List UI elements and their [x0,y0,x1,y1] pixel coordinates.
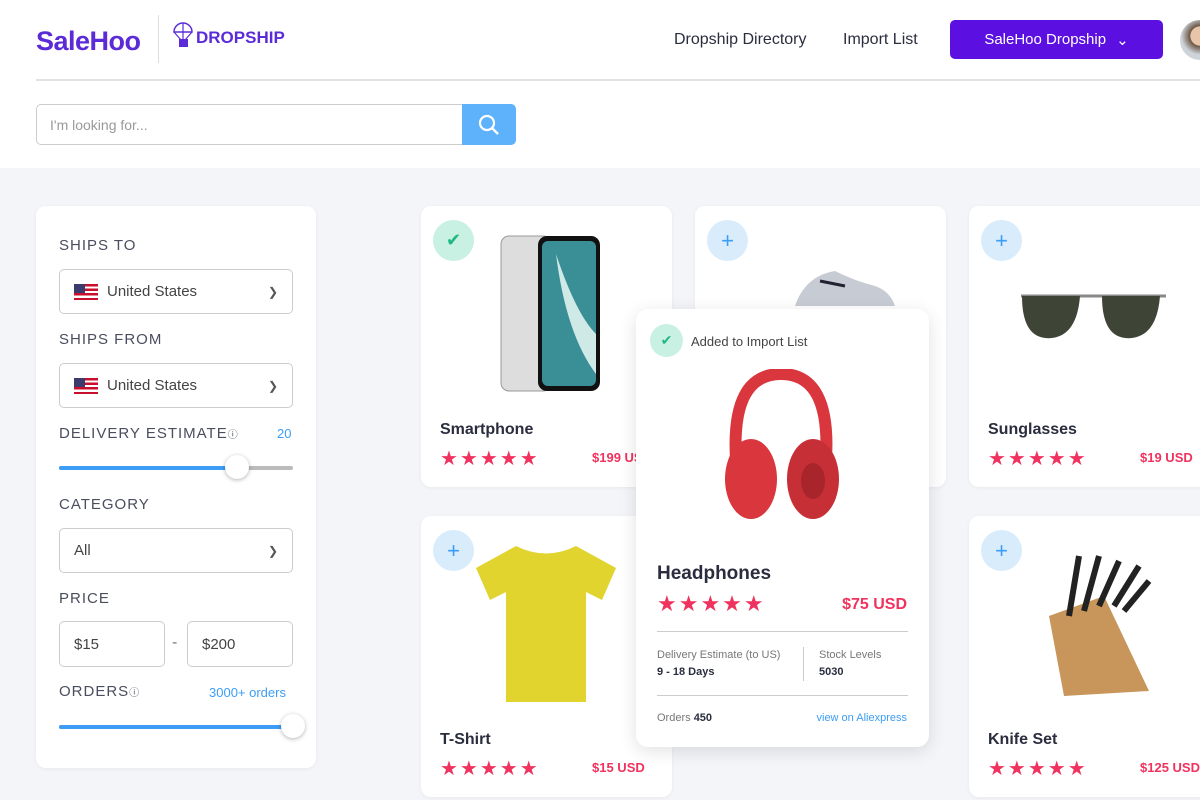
product-name: Headphones [657,563,772,584]
header: SaleHoo DROPSHIP Dropship Directory Impo… [0,0,1200,168]
price-max-input[interactable]: $200 [187,621,293,667]
filter-sidebar: SHIPS TO United States ❯ SHIPS FROM Unite… [36,206,316,768]
product-name[interactable]: Knife Set [988,731,1057,749]
divider [803,647,804,681]
product-card[interactable]: + Sunglasses ★★★★★ $19 USD [969,206,1200,487]
delivery-value: 9 - 18 Days [657,666,715,678]
nav-import-list[interactable]: Import List [843,31,918,49]
slider-handle[interactable] [224,455,249,479]
slider-handle[interactable] [281,714,305,738]
search-icon [478,114,499,135]
category-select[interactable]: All ❯ [59,528,293,573]
check-icon: ✔ [650,324,683,357]
orders-label: ORDERSⓘ [59,683,140,700]
plus-icon[interactable]: + [981,530,1022,571]
product-card[interactable]: + T-Shirt ★★★★★ $15 USD [421,516,672,797]
rating-stars: ★★★★★ [988,448,1088,470]
ships-from-value: United States [107,377,198,394]
us-flag-icon [74,283,98,300]
price-min-input[interactable]: $15 [59,621,165,667]
product-price: $75 USD [842,596,907,613]
ships-from-label: SHIPS FROM [59,331,163,348]
salehoo-logo[interactable]: SaleHoo [36,26,141,57]
rating-stars: ★★★★★ [657,591,766,616]
ships-to-select[interactable]: United States ❯ [59,269,293,314]
chevron-down-icon: ⌄ [1116,31,1129,49]
us-flag-icon [74,377,98,394]
orders-slider[interactable] [59,714,305,738]
info-icon[interactable]: ⓘ [129,688,140,699]
stock-label: Stock Levels [819,649,882,661]
headphones-image [725,369,839,519]
category-label: CATEGORY [59,496,150,513]
price-label: PRICE [59,590,110,607]
product-price: $15 USD [592,760,645,775]
orders-value: 3000+ orders [209,685,286,700]
slider-fill [59,725,293,729]
plus-icon[interactable]: + [433,530,474,571]
orders-label: Orders [657,712,691,724]
delivery-slider[interactable] [59,455,293,479]
sneaker-image [795,271,895,306]
rating-stars: ★★★★★ [440,448,540,470]
product-name[interactable]: Smartphone [440,421,533,439]
added-status: Added to Import List [691,334,808,349]
price-separator: - [172,634,178,651]
product-price: $125 USD [1140,760,1200,775]
chevron-down-icon: ❯ [267,378,278,393]
delivery-value: 20 [277,426,292,441]
sunglasses-image [1021,294,1166,339]
ships-from-select[interactable]: United States ❯ [59,363,293,408]
orders-label-text: ORDERS [59,683,130,700]
chevron-down-icon: ❯ [267,543,278,558]
plus-icon[interactable]: + [981,220,1022,261]
parachute-icon [173,22,193,47]
ships-to-value: United States [107,283,198,300]
knife-set-image [1049,555,1152,696]
product-price: $19 USD [1140,450,1193,465]
account-dropdown-button[interactable]: SaleHoo Dropship ⌄ [950,20,1163,59]
delivery-label: Delivery Estimate (to US) [657,649,781,661]
divider [158,15,159,63]
product-detail-popup: ✔ Added to Import List Headphones ★★★★★ … [636,309,929,747]
delivery-label-text: DELIVERY ESTIMATE [59,425,228,442]
avatar[interactable] [1180,20,1200,60]
product-name[interactable]: T-Shirt [440,731,491,749]
product-card[interactable]: ✔ Smartphone ★★★★★ $199 USD [421,206,672,487]
account-button-label: SaleHoo Dropship [984,31,1107,48]
search-input[interactable]: I'm looking for... [36,104,463,145]
chevron-down-icon: ❯ [267,284,278,299]
ships-to-label: SHIPS TO [59,237,137,254]
rating-stars: ★★★★★ [988,758,1088,780]
sub-brand-text: DROPSHIP [196,28,285,47]
product-name[interactable]: Sunglasses [988,421,1077,439]
divider [657,631,908,632]
category-value: All [74,542,91,559]
dropship-logo[interactable]: DROPSHIP [172,22,285,48]
check-icon[interactable]: ✔ [433,220,474,261]
smartphone-image [500,235,600,392]
stock-value: 5030 [819,666,844,678]
slider-fill [59,466,237,470]
tshirt-image [476,546,616,702]
plus-icon[interactable]: + [707,220,748,261]
product-card[interactable]: + Knife Set ★★★★★ $125 USD [969,516,1200,797]
search-button[interactable] [462,104,516,145]
rating-stars: ★★★★★ [440,758,540,780]
divider [657,695,908,696]
orders-info: Orders 450 [657,712,712,724]
info-icon[interactable]: ⓘ [228,430,239,441]
header-divider [36,79,1200,81]
nav-dropship-directory[interactable]: Dropship Directory [674,31,806,49]
orders-value: 450 [693,712,713,724]
aliexpress-link[interactable]: view on Aliexpress [817,712,908,724]
delivery-estimate-label: DELIVERY ESTIMATEⓘ [59,425,239,442]
